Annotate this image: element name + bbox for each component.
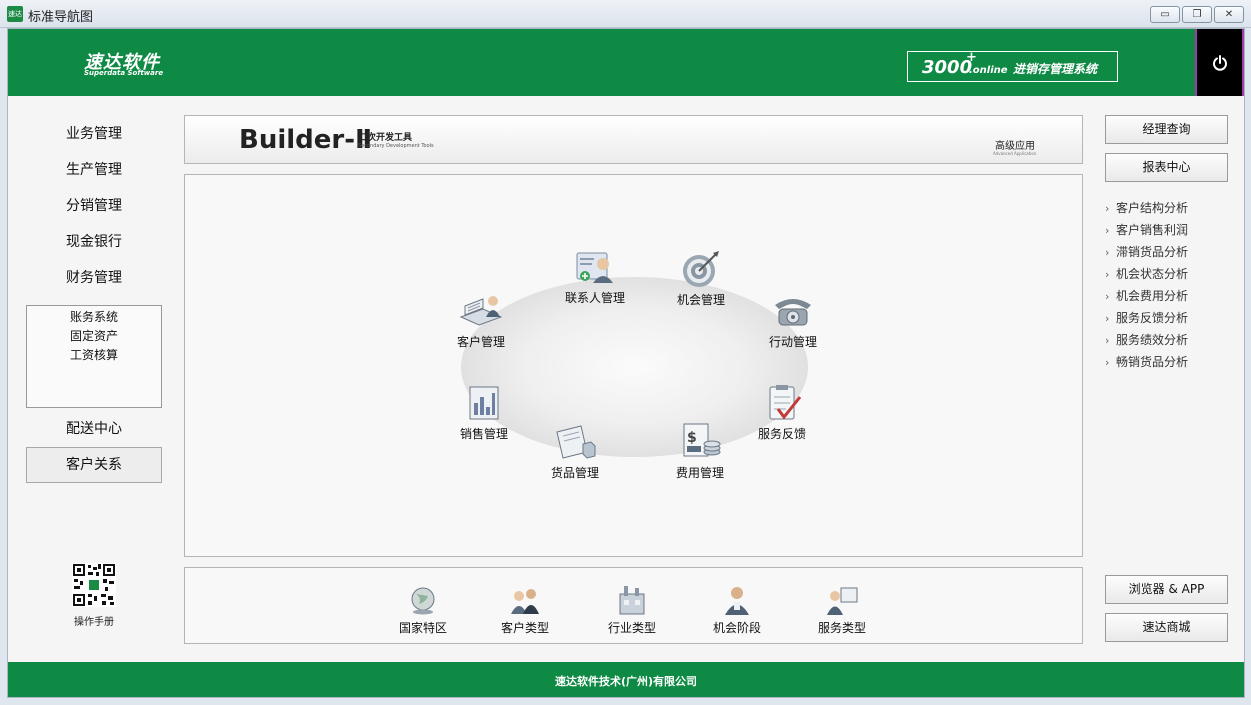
module-label: 机会管理 bbox=[676, 293, 725, 307]
mall-button[interactable]: 速达商城 bbox=[1105, 613, 1228, 642]
module-action[interactable]: 行动管理 bbox=[753, 291, 833, 350]
product-edition: .online bbox=[969, 65, 1008, 76]
logo-subtitle: Superdata Software bbox=[84, 69, 164, 77]
category-industry-type[interactable]: 行业类型 bbox=[592, 584, 672, 636]
chevron-right-icon: › bbox=[1105, 356, 1110, 369]
report-link-service-performance[interactable]: › 服务绩效分析 bbox=[1105, 330, 1188, 350]
money-icon: $ bbox=[683, 423, 721, 457]
power-button[interactable] bbox=[1195, 29, 1244, 96]
module-sales[interactable]: 销售管理 bbox=[444, 383, 524, 442]
builder-banner[interactable]: Builder-Ⅱ 二次开发工具 Secondary Development T… bbox=[184, 115, 1083, 164]
category-country-zone[interactable]: 国家特区 bbox=[383, 584, 463, 636]
nav-business[interactable]: 业务管理 bbox=[26, 121, 162, 147]
category-panel: 国家特区 客户类型 行业类型 机会阶段 服务类型 bbox=[184, 567, 1083, 644]
module-label: 行动管理 bbox=[768, 335, 817, 349]
module-label: 联系人管理 bbox=[564, 291, 625, 305]
checklist-icon bbox=[769, 385, 802, 420]
chevron-right-icon: › bbox=[1105, 202, 1110, 215]
chevron-right-icon: › bbox=[1105, 334, 1110, 347]
restore-button[interactable]: ❐ bbox=[1182, 6, 1212, 23]
submenu-payroll[interactable]: 工资核算 bbox=[27, 346, 161, 365]
module-contact[interactable]: 联系人管理 bbox=[555, 247, 635, 306]
manual-label[interactable]: 操作手册 bbox=[62, 613, 126, 628]
telephone-icon bbox=[775, 299, 811, 326]
industry-icon bbox=[619, 586, 645, 615]
goods-icon bbox=[556, 425, 596, 459]
chevron-right-icon: › bbox=[1105, 224, 1110, 237]
finance-submenu: 账务系统 固定资产 工资核算 bbox=[26, 305, 162, 408]
module-opportunity[interactable]: 机会管理 bbox=[661, 249, 741, 308]
module-label: 服务反馈 bbox=[757, 427, 806, 441]
report-link-customer-profit[interactable]: › 客户销售利润 bbox=[1105, 220, 1188, 240]
report-link-service-feedback[interactable]: › 服务反馈分析 bbox=[1105, 308, 1188, 328]
power-icon bbox=[1213, 55, 1227, 71]
customer-desk-icon bbox=[459, 296, 503, 326]
presenter-icon bbox=[827, 587, 858, 615]
advanced-application-en: Advanced Application bbox=[993, 151, 1037, 156]
category-opportunity-stage[interactable]: 机会阶段 bbox=[697, 584, 777, 636]
report-link-slow-goods[interactable]: › 滞销货品分析 bbox=[1105, 242, 1188, 262]
report-center-button[interactable]: 报表中心 bbox=[1105, 153, 1228, 182]
banner-subtitle-en: Secondary Development Tools bbox=[358, 143, 434, 149]
category-label: 机会阶段 bbox=[712, 621, 761, 635]
nav-cash-bank[interactable]: 现金银行 bbox=[26, 229, 162, 255]
globe-icon bbox=[411, 587, 435, 615]
category-label: 服务类型 bbox=[817, 621, 866, 635]
company-name: 速达软件技术(广州)有限公司 bbox=[554, 675, 698, 688]
module-label: 费用管理 bbox=[675, 466, 724, 480]
chevron-right-icon: › bbox=[1105, 312, 1110, 325]
minimize-button[interactable]: ▭ bbox=[1150, 6, 1180, 23]
app-frame: 速达软件 Superdata Software 3000 + .online 进… bbox=[7, 28, 1245, 698]
qr-code-icon[interactable] bbox=[72, 563, 116, 607]
nav-production[interactable]: 生产管理 bbox=[26, 157, 162, 183]
nav-distribution[interactable]: 分销管理 bbox=[26, 193, 162, 219]
banner-subtitle-cn: 二次开发工具 bbox=[358, 133, 413, 143]
submenu-fixed-assets[interactable]: 固定资产 bbox=[27, 327, 161, 346]
app-icon: 速达 bbox=[7, 6, 23, 22]
svg-text:$: $ bbox=[687, 430, 697, 446]
close-button[interactable]: ✕ bbox=[1214, 6, 1244, 23]
header: 速达软件 Superdata Software 3000 + .online 进… bbox=[8, 29, 1244, 96]
target-icon bbox=[683, 251, 719, 287]
contact-card-icon bbox=[576, 252, 613, 283]
nav-delivery[interactable]: 配送中心 bbox=[26, 416, 162, 442]
window-titlebar: 速达 标准导航图 ▭ ❐ ✕ bbox=[0, 0, 1251, 28]
browser-app-button[interactable]: 浏览器 & APP bbox=[1105, 575, 1228, 604]
report-link-bestseller[interactable]: › 畅销货品分析 bbox=[1105, 352, 1188, 372]
module-expense[interactable]: $ 费用管理 bbox=[660, 422, 740, 481]
person-icon bbox=[725, 587, 749, 615]
module-label: 销售管理 bbox=[459, 427, 508, 441]
window-title: 标准导航图 bbox=[28, 10, 94, 25]
module-service-feedback[interactable]: 服务反馈 bbox=[742, 383, 822, 442]
submenu-accounting[interactable]: 账务系统 bbox=[27, 308, 161, 327]
category-service-type[interactable]: 服务类型 bbox=[802, 584, 882, 636]
nav-finance[interactable]: 财务管理 bbox=[26, 265, 162, 291]
advanced-application-label: 高级应用 bbox=[995, 141, 1035, 152]
manager-query-button[interactable]: 经理查询 bbox=[1105, 115, 1228, 144]
system-name-box: 3000 + .online 进销存管理系统 bbox=[907, 50, 1118, 82]
report-link-customer-structure[interactable]: › 客户结构分析 bbox=[1105, 198, 1188, 218]
chevron-right-icon: › bbox=[1105, 268, 1110, 281]
category-label: 行业类型 bbox=[607, 621, 656, 635]
footer: 速达软件技术(广州)有限公司 bbox=[8, 662, 1244, 697]
category-label: 国家特区 bbox=[398, 621, 447, 635]
report-link-opportunity-cost[interactable]: › 机会费用分析 bbox=[1105, 286, 1188, 306]
module-label: 客户管理 bbox=[456, 335, 505, 349]
product-number: 3000 bbox=[922, 57, 973, 78]
people-icon bbox=[511, 589, 539, 614]
category-customer-type[interactable]: 客户类型 bbox=[485, 584, 565, 636]
sales-chart-icon bbox=[469, 386, 499, 420]
module-label: 货品管理 bbox=[550, 466, 599, 480]
product-name: 进销存管理系统 bbox=[1013, 62, 1098, 76]
category-label: 客户类型 bbox=[500, 621, 549, 635]
chevron-right-icon: › bbox=[1105, 246, 1110, 259]
module-customer[interactable]: 客户管理 bbox=[441, 291, 521, 350]
crm-module-panel: 联系人管理 机会管理 客户管理 行动管理 销售管理 服务反馈 货品管理 $ 费用… bbox=[184, 174, 1083, 557]
product-plus: + bbox=[966, 50, 977, 65]
module-goods[interactable]: 货品管理 bbox=[535, 422, 615, 481]
nav-crm[interactable]: 客户关系 bbox=[26, 447, 162, 483]
banner-title: Builder-Ⅱ bbox=[239, 125, 373, 155]
report-link-opportunity-status[interactable]: › 机会状态分析 bbox=[1105, 264, 1188, 284]
chevron-right-icon: › bbox=[1105, 290, 1110, 303]
